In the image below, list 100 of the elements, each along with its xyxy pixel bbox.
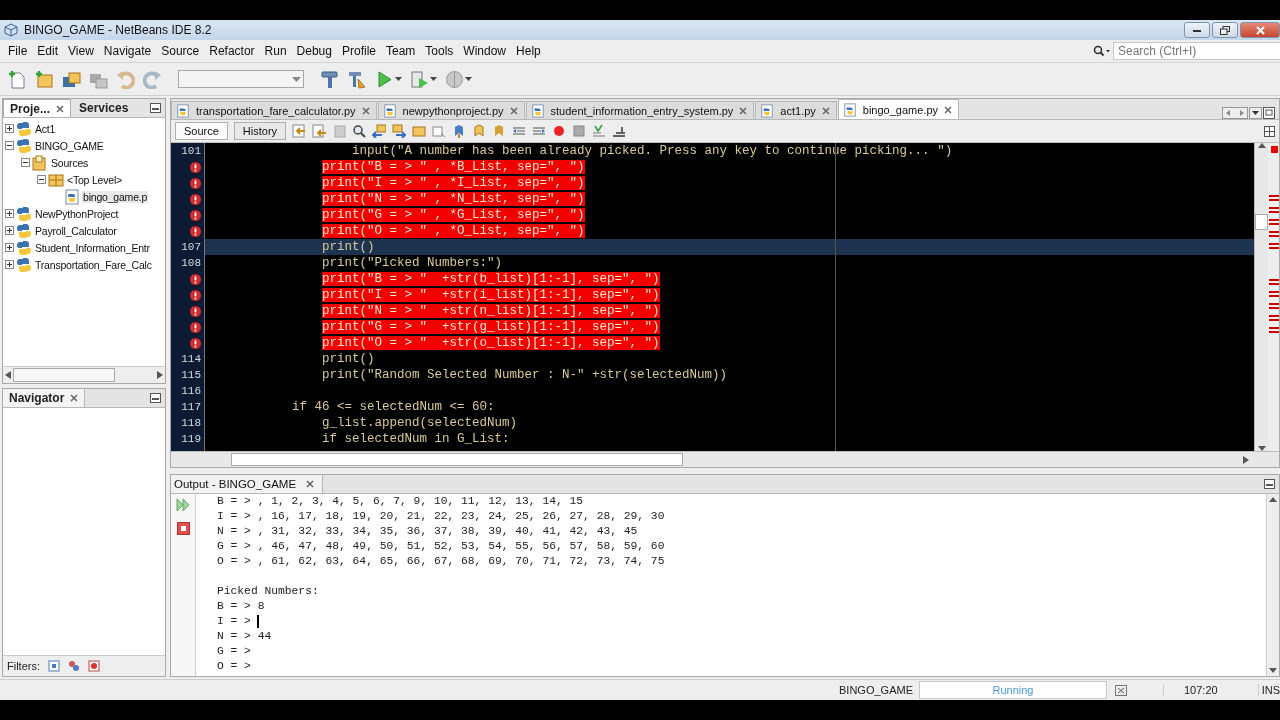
editor-tab[interactable]: transportation_fare_calculator.py [171, 101, 377, 119]
uncomment-icon[interactable] [612, 124, 627, 138]
close-icon[interactable] [306, 480, 315, 488]
shift-right-icon[interactable] [532, 124, 547, 138]
menu-item[interactable]: Edit [32, 44, 64, 58]
minimize-icon[interactable] [1264, 479, 1275, 489]
comment-icon[interactable] [592, 124, 607, 138]
close-icon[interactable] [56, 104, 64, 113]
menu-item[interactable]: Tools [420, 44, 459, 58]
collapse-icon[interactable] [21, 158, 30, 167]
expand-icon[interactable] [5, 124, 14, 133]
editor-tab[interactable]: newpythonproject.py [377, 101, 525, 119]
panel-tab[interactable]: Proje... [3, 99, 71, 117]
expand-icon[interactable] [5, 209, 14, 218]
filter-private-icon[interactable] [88, 660, 100, 672]
close-icon[interactable] [70, 394, 79, 402]
toggle-highlight-icon[interactable] [432, 124, 447, 138]
menu-item[interactable]: Source [156, 44, 205, 58]
tree-item[interactable]: NewPythonProject [34, 207, 120, 220]
debug-button[interactable] [410, 69, 437, 89]
run-button[interactable] [375, 69, 402, 89]
back-icon[interactable] [312, 124, 327, 138]
tree-item[interactable]: Payroll_Calculator [34, 224, 118, 237]
menu-item[interactable]: View [63, 44, 99, 58]
editor-tab[interactable]: student_information_entry_system.py [525, 101, 755, 119]
tree-item[interactable]: Transportation_Fare_Calc [34, 258, 153, 271]
hammer-icon[interactable] [320, 69, 339, 89]
tree-item[interactable]: BINGO_GAME [34, 139, 105, 152]
find-previous-icon[interactable] [372, 124, 387, 138]
horizontal-scrollbar[interactable] [3, 366, 165, 383]
filter-inherited-icon[interactable] [68, 660, 80, 672]
menu-item[interactable]: Run [259, 44, 292, 58]
menu-item[interactable]: Team [381, 44, 421, 58]
expand-icon[interactable] [5, 260, 14, 269]
close-icon[interactable] [509, 106, 518, 115]
scroll-left-icon[interactable] [5, 371, 11, 379]
view-tab[interactable]: History [233, 122, 287, 140]
menu-item[interactable]: Help [511, 44, 546, 58]
close-icon[interactable] [361, 106, 370, 115]
record-macro-icon[interactable] [552, 124, 567, 138]
tree-item[interactable]: Act1 [34, 122, 57, 135]
close-icon[interactable] [821, 106, 830, 115]
minimize-icon[interactable] [150, 103, 161, 113]
profile-button[interactable] [445, 69, 472, 89]
new-project-icon[interactable] [35, 69, 54, 89]
expand-icon[interactable] [5, 243, 14, 252]
collapse-icon[interactable] [37, 175, 46, 184]
new-file-icon[interactable] [8, 69, 27, 89]
menu-item[interactable]: Navigate [98, 44, 157, 58]
expand-icon[interactable] [5, 226, 14, 235]
tree-item[interactable]: Sources [50, 156, 90, 169]
open-folder-icon[interactable] [62, 69, 81, 89]
next-bookmark-icon[interactable] [472, 124, 487, 138]
search-icon[interactable] [1093, 45, 1111, 57]
vertical-scrollbar[interactable] [1254, 143, 1268, 451]
menu-item[interactable]: Window [458, 44, 512, 58]
scroll-right-icon[interactable] [1243, 455, 1249, 464]
vertical-scrollbar[interactable] [1266, 494, 1279, 676]
scroll-down-icon[interactable] [1269, 668, 1277, 673]
find-selection-icon[interactable] [412, 124, 427, 138]
editor-tab[interactable]: act1.py [755, 101, 837, 119]
tree-item[interactable]: Student_Information_Entr [34, 241, 151, 254]
find-next-icon[interactable] [392, 124, 407, 138]
last-edit-icon[interactable] [292, 124, 307, 138]
close-icon[interactable] [739, 106, 748, 115]
stop-macro-icon[interactable] [572, 124, 587, 138]
editor-tab[interactable]: bingo_game.py [837, 99, 960, 119]
restore-button[interactable] [1212, 22, 1238, 38]
horizontal-scrollbar[interactable] [171, 451, 1279, 467]
scroll-thumb[interactable] [13, 368, 115, 382]
scroll-thumb[interactable] [231, 453, 683, 466]
minimize-button[interactable] [1184, 22, 1210, 38]
filter-fields-icon[interactable] [48, 660, 60, 672]
close-button[interactable] [1240, 22, 1280, 38]
hammer-broom-icon[interactable] [347, 69, 367, 89]
panel-tab[interactable]: Output - BINGO_GAME [171, 475, 324, 493]
maximize-icon[interactable] [1263, 107, 1275, 119]
scroll-right-icon[interactable] [157, 371, 163, 379]
panel-tab[interactable]: Navigator [3, 389, 86, 407]
panel-tab[interactable]: Services [73, 99, 135, 117]
shift-left-icon[interactable] [512, 124, 527, 138]
menu-item[interactable]: Debug [291, 44, 337, 58]
close-icon[interactable] [944, 105, 953, 114]
search-field[interactable]: Search (Ctrl+I) [1113, 42, 1280, 60]
split-window-icon[interactable] [1264, 125, 1275, 137]
tree-item[interactable]: bingo_game.p [82, 190, 149, 203]
stop-icon[interactable] [176, 522, 190, 535]
collapse-icon[interactable] [5, 141, 14, 150]
cancel-task-icon[interactable] [1115, 684, 1127, 696]
scroll-thumb[interactable] [1255, 214, 1268, 230]
view-tab[interactable]: Source [175, 122, 228, 140]
find-icon[interactable] [352, 124, 367, 138]
scroll-up-icon[interactable] [1257, 143, 1266, 148]
tab-list-icon[interactable] [1249, 107, 1262, 119]
menu-item[interactable]: Refactor [204, 44, 260, 58]
scroll-up-icon[interactable] [1269, 497, 1277, 502]
minimize-icon[interactable] [150, 393, 161, 403]
menu-item[interactable]: Profile [337, 44, 381, 58]
tree-item[interactable]: <Top Level> [66, 173, 123, 186]
configuration-dropdown[interactable] [178, 70, 304, 88]
